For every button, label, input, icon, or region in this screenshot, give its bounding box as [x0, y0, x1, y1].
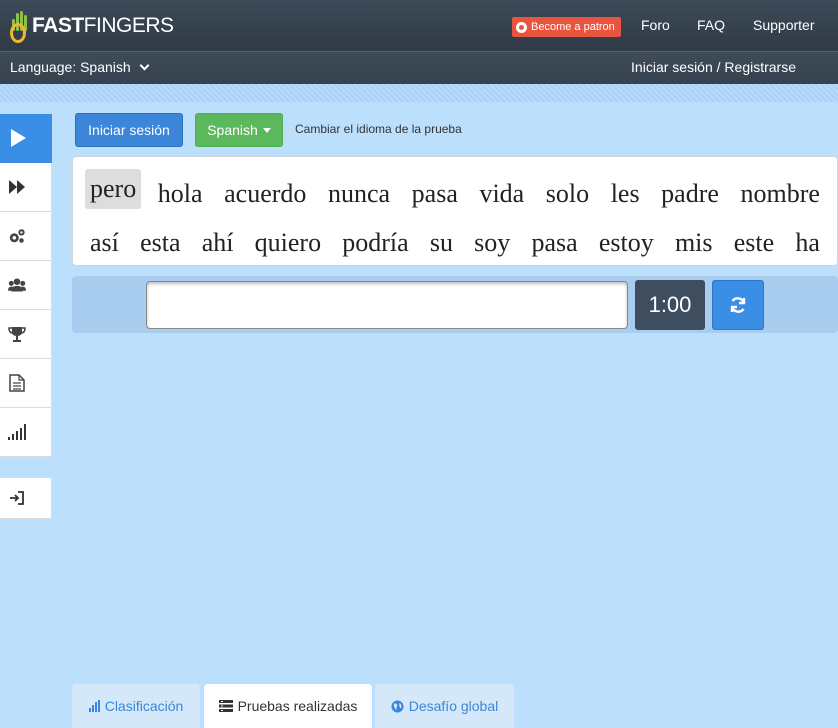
word: pasa — [531, 228, 578, 257]
patron-label: Become a patron — [531, 21, 615, 33]
sidebar-item-login[interactable] — [0, 477, 52, 519]
sign-in-icon — [8, 489, 26, 507]
sidebar — [0, 114, 52, 519]
logo[interactable]: FASTFINGERS — [10, 6, 174, 46]
word: pasa — [411, 179, 458, 208]
sidebar-item-competitions[interactable] — [0, 310, 52, 359]
timer: 1:00 — [635, 280, 705, 330]
signal-bars-icon — [7, 424, 26, 440]
word: quiero — [254, 228, 322, 257]
sidebar-item-advanced[interactable] — [0, 163, 52, 212]
caret-down-icon — [262, 127, 271, 133]
tab-label: Pruebas realizadas — [237, 698, 358, 714]
word: hola — [157, 179, 203, 208]
language-button[interactable]: Spanish — [195, 113, 283, 147]
top-navbar: FASTFINGERS Become a patron Foro FAQ Sup… — [0, 0, 838, 52]
sidebar-item-settings[interactable] — [0, 212, 52, 261]
word: nombre — [740, 179, 820, 208]
nav-link-faq[interactable]: FAQ — [697, 17, 725, 33]
word: podría — [342, 228, 409, 257]
word: ha — [795, 228, 820, 257]
language-button-label: Spanish — [207, 122, 258, 138]
word: soy — [474, 228, 511, 257]
document-icon — [8, 374, 26, 392]
change-language-text: Cambiar el idioma de la prueba — [295, 122, 462, 136]
words-panel: pero hola acuerdo nunca pasa vida solo les padre… — [72, 156, 838, 266]
tab-desafio-global[interactable]: Desafío global — [375, 684, 514, 728]
language-dropdown[interactable]: Language: Spanish — [10, 59, 150, 75]
sub-navbar: Language: Spanish Iniciar sesión / Regis… — [0, 52, 838, 84]
word: nunca — [327, 179, 391, 208]
fast-forward-icon — [8, 178, 26, 196]
sidebar-item-statistics[interactable] — [0, 408, 52, 457]
tab-pruebas-realizadas[interactable]: Pruebas realizadas — [204, 684, 372, 728]
tab-label: Desafío global — [408, 698, 499, 714]
globe-icon — [391, 699, 404, 713]
typing-row: 1:00 — [72, 276, 838, 333]
typing-input[interactable] — [146, 281, 628, 329]
language-label: Language: Spanish — [10, 59, 131, 75]
word: acuerdo — [224, 179, 307, 208]
play-icon — [8, 129, 26, 147]
decorative-stripe — [0, 84, 838, 102]
become-patron-button[interactable]: Become a patron — [512, 17, 621, 37]
words-line-2: así esta ahí quiero podría su soy pasa estoy mis e… — [85, 218, 825, 267]
word: esta — [140, 228, 181, 257]
tab-label: Clasificación — [104, 698, 184, 714]
word: su — [429, 228, 453, 257]
logo-text: FASTFINGERS — [32, 14, 174, 37]
word: este — [733, 228, 775, 257]
sidebar-item-text-practice[interactable] — [0, 359, 52, 408]
gears-icon — [8, 227, 26, 245]
word: les — [610, 179, 640, 208]
word: así — [90, 228, 119, 257]
sidebar-item-typing-test[interactable] — [0, 114, 52, 163]
word: estoy — [598, 228, 654, 257]
login-register-link[interactable]: Iniciar sesión / Registrarse — [631, 59, 796, 75]
bar-chart-icon — [88, 700, 100, 712]
nav-link-supporter[interactable]: Supporter — [753, 17, 814, 33]
reload-button[interactable] — [712, 280, 764, 330]
word: solo — [545, 179, 590, 208]
nav-link-foro[interactable]: Foro — [641, 17, 670, 33]
sidebar-item-multiplayer[interactable] — [0, 261, 52, 310]
word: padre — [661, 179, 719, 208]
login-button[interactable]: Iniciar sesión — [75, 113, 183, 147]
users-icon — [7, 276, 26, 294]
list-icon — [218, 700, 233, 712]
word: ahí — [201, 228, 234, 257]
words-line-1: pero hola acuerdo nunca pasa vida solo les padre… — [85, 169, 825, 218]
word: pero — [85, 169, 142, 209]
refresh-icon — [730, 297, 746, 313]
tab-clasificacion[interactable]: Clasificación — [72, 684, 200, 728]
word: mis — [674, 228, 713, 257]
chevron-down-icon — [139, 60, 150, 70]
patreon-icon — [516, 21, 527, 33]
word: vida — [479, 179, 525, 208]
logo-hand-icon — [10, 9, 30, 43]
trophy-icon — [7, 325, 26, 343]
